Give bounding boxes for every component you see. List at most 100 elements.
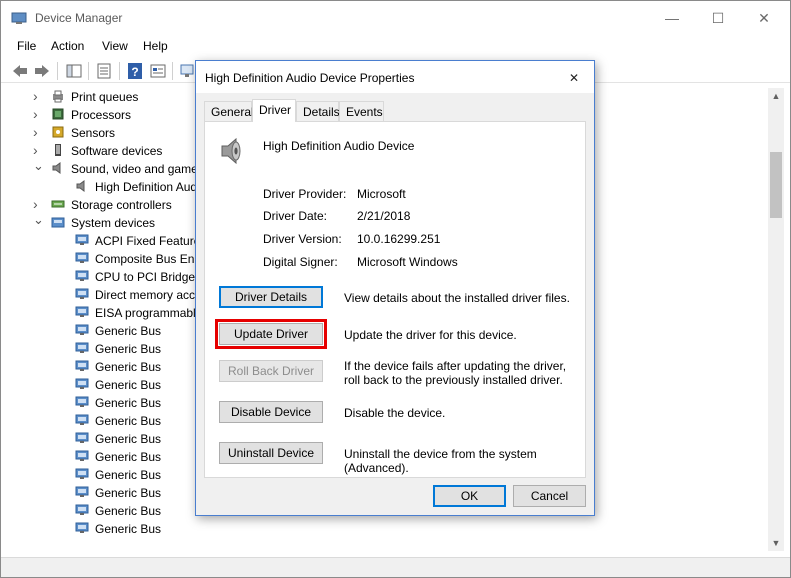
device-name: High Definition Audio Device (263, 139, 415, 153)
driver-details-button[interactable]: Driver Details (219, 286, 323, 308)
uninstall-device-description: Uninstall the device from the system (Ad… (344, 447, 537, 475)
tree-item-label: Sound, video and game (71, 162, 198, 176)
tree-item-label: Storage controllers (71, 198, 172, 212)
window-title: Device Manager (35, 11, 123, 25)
properties-icon[interactable] (95, 62, 113, 80)
dialog-close-button[interactable]: ✕ (560, 61, 594, 93)
tree-item-label: Composite Bus Enun (95, 252, 208, 266)
system-device-icon (75, 504, 89, 515)
storage-icon (51, 200, 65, 208)
driver-version-label: Driver Version: (263, 232, 342, 246)
tab-general[interactable]: General (204, 101, 254, 121)
system-device-icon (75, 486, 89, 497)
tree-item[interactable]: Generic Bus (59, 520, 259, 538)
cancel-button[interactable]: Cancel (513, 485, 586, 507)
chevron-right-icon[interactable]: › (33, 124, 43, 140)
tab-events[interactable]: Events (339, 101, 384, 121)
speaker-icon (221, 137, 241, 165)
show-hide-console-tree-icon[interactable] (65, 62, 83, 80)
tree-item-label: Generic Bus (95, 414, 162, 428)
update-driver-description: Update the driver for this device. (344, 328, 517, 342)
forward-arrow-icon[interactable] (33, 62, 51, 80)
chevron-right-icon[interactable]: › (33, 196, 43, 212)
minimize-button[interactable]: — (649, 1, 695, 35)
scroll-thumb[interactable] (770, 152, 782, 218)
close-button[interactable]: ✕ (741, 1, 787, 35)
dialog-title: High Definition Audio Device Properties (205, 71, 415, 85)
tree-item-label: Generic Bus (95, 396, 162, 410)
digital-signer-label: Digital Signer: (263, 255, 338, 269)
scroll-up-arrow-icon[interactable]: ▲ (768, 88, 784, 104)
chevron-right-icon[interactable]: › (33, 88, 43, 104)
properties-dialog: High Definition Audio Device Properties … (195, 60, 595, 516)
driver-version-value: 10.0.16299.251 (357, 232, 441, 246)
tree-item-label: Generic Bus (95, 378, 162, 392)
menu-help[interactable]: Help (143, 39, 168, 53)
driver-provider-label: Driver Provider: (263, 187, 347, 201)
chevron-down-icon[interactable]: ⌄ (33, 212, 44, 227)
chevron-right-icon[interactable]: › (33, 142, 43, 158)
update-driver-button[interactable]: Update Driver (215, 319, 327, 349)
tree-item-label: Generic Bus (95, 504, 162, 518)
uninstall-device-button[interactable]: Uninstall Device (219, 442, 323, 464)
menu-file[interactable]: File (17, 39, 36, 53)
system-device-icon (75, 342, 89, 353)
tree-item-label: EISA programmable (95, 306, 203, 320)
maximize-button[interactable]: ☐ (695, 1, 741, 35)
tree-item-label: CPU to PCI Bridge (95, 270, 196, 284)
tree-item-label: Generic Bus (95, 432, 162, 446)
driver-date-label: Driver Date: (263, 209, 328, 223)
toolbar-separator (172, 62, 173, 80)
vertical-scrollbar[interactable]: ▲ ▼ (768, 88, 784, 551)
tree-item-label: High Definition Aud (95, 180, 198, 194)
disable-device-description: Disable the device. (344, 406, 446, 420)
system-device-icon (75, 270, 89, 281)
system-device-icon (75, 360, 89, 371)
console-view-icon[interactable] (149, 62, 167, 80)
driver-details-description: View details about the installed driver … (344, 291, 570, 305)
tree-item-label: Processors (71, 108, 132, 122)
system-device-icon (75, 450, 89, 461)
tab-details[interactable]: Details (296, 101, 340, 121)
chevron-right-icon[interactable]: › (33, 106, 43, 122)
driver-provider-value: Microsoft (357, 187, 406, 201)
system-device-icon (75, 396, 89, 407)
tree-item-label: Generic Bus (95, 360, 162, 374)
scroll-down-arrow-icon[interactable]: ▼ (768, 535, 784, 551)
tab-driver[interactable]: Driver (252, 99, 296, 122)
tree-item-label: Generic Bus (95, 522, 162, 536)
menu-bar: File Action View Help (1, 35, 790, 57)
tree-item-label: System devices (71, 216, 156, 230)
device-manager-app-icon (11, 12, 27, 24)
system-device-icon (75, 522, 89, 533)
chip-icon (52, 108, 64, 120)
tree-item-label: Generic Bus (95, 468, 162, 482)
title-bar: Device Manager — ☐ ✕ (1, 1, 790, 35)
toolbar-separator (57, 62, 58, 80)
menu-view[interactable]: View (102, 39, 128, 53)
roll-back-driver-description: If the device fails after updating the d… (344, 359, 567, 387)
speaker-icon (52, 162, 61, 174)
software-device-icon (55, 144, 61, 156)
speaker-icon (76, 180, 85, 192)
system-device-icon (75, 432, 89, 443)
help-icon[interactable]: ? (126, 62, 144, 80)
driver-date-value: 2/21/2018 (357, 209, 411, 223)
back-arrow-icon[interactable] (11, 62, 29, 80)
system-device-icon (75, 378, 89, 389)
disable-device-button[interactable]: Disable Device (219, 401, 323, 423)
driver-tab-panel: High Definition Audio Device Driver Prov… (204, 121, 586, 478)
roll-back-driver-button[interactable]: Roll Back Driver (219, 360, 323, 382)
tree-item-label: Sensors (71, 126, 116, 140)
sensor-icon (52, 126, 64, 138)
tree-item-label: Software devices (71, 144, 163, 158)
ok-button[interactable]: OK (433, 485, 506, 507)
minimize-icon: — (665, 10, 679, 26)
maximize-icon: ☐ (711, 9, 725, 26)
toolbar-separator (88, 62, 89, 80)
menu-action[interactable]: Action (51, 39, 84, 53)
system-device-icon (75, 414, 89, 425)
chevron-down-icon[interactable]: ⌄ (33, 158, 44, 173)
system-device-icon (75, 252, 89, 263)
system-device-icon (75, 468, 89, 479)
